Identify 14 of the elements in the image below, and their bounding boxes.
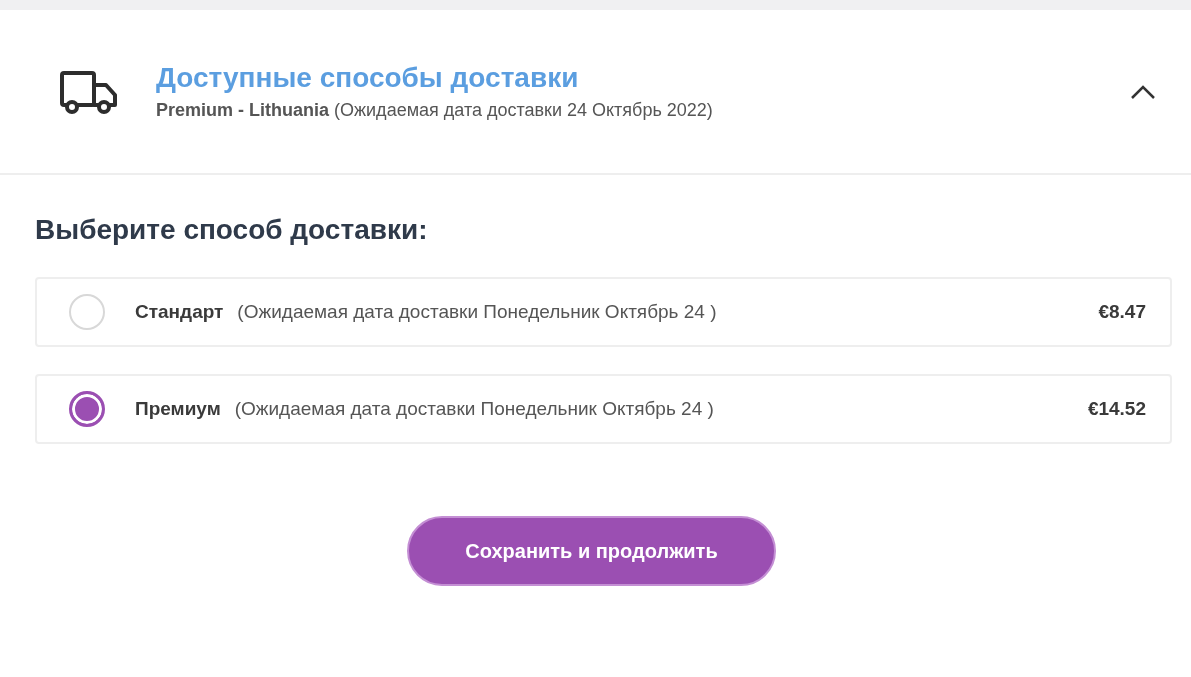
section-heading: Выберите способ доставки: bbox=[35, 213, 429, 247]
option-price: €14.52 bbox=[1087, 396, 1146, 421]
delivery-summary: Premium - Lithuania (Ожидаемая дата доставки 24 Октябрь 2022) bbox=[156, 98, 714, 122]
section-title: Доступные способы доставки bbox=[156, 60, 580, 95]
option-name: Премиум bbox=[135, 396, 221, 421]
delivery-date-note: (Ожидаемая дата доставки Понедельник Октябрь 24 ) bbox=[237, 299, 718, 324]
radio-button[interactable] bbox=[69, 391, 105, 427]
delivery-date-note: (Ожидаемая дата доставки Понедельник Октябрь 24 ) bbox=[234, 396, 715, 421]
shipping-option[interactable]: Премиум (Ожидаемая дата доставки Понедельник Октябрь 24 ) €14.52 bbox=[35, 374, 1172, 444]
shipping-option[interactable]: Стандарт (Ожидаемая дата доставки Понедельник Октябрь 24 ) €8.47 bbox=[35, 277, 1172, 347]
option-name: Стандарт bbox=[135, 299, 224, 324]
option-price: €8.47 bbox=[1098, 299, 1146, 324]
save-continue-button[interactable]: Сохранить и продолжить bbox=[407, 516, 776, 586]
truck-icon bbox=[60, 68, 118, 115]
